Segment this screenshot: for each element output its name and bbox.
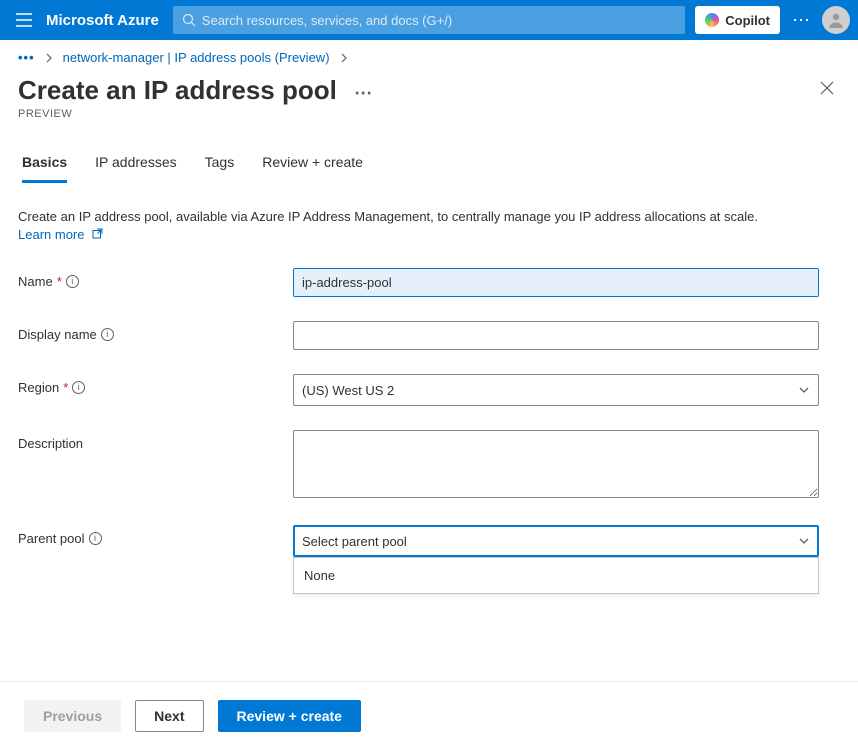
global-search[interactable]: Search resources, services, and docs (G+…	[173, 6, 685, 34]
breadcrumb-overflow[interactable]: •••	[18, 50, 35, 65]
tab-review-create[interactable]: Review + create	[262, 154, 363, 183]
external-link-icon	[92, 227, 103, 242]
row-display-name: Display name i	[18, 321, 840, 350]
row-name: Name * i	[18, 268, 840, 297]
top-header: Microsoft Azure Search resources, servic…	[0, 0, 858, 40]
copilot-icon	[705, 13, 719, 27]
page-subtitle: PREVIEW	[18, 108, 372, 120]
brand-label[interactable]: Microsoft Azure	[40, 12, 173, 29]
page-title: Create an IP address pool ⋯	[18, 75, 372, 106]
label-region: Region * i	[18, 374, 293, 395]
form-body: Create an IP address pool, available via…	[0, 184, 858, 681]
chevron-right-icon	[340, 53, 348, 63]
name-input[interactable]	[293, 268, 819, 297]
description-input[interactable]	[293, 430, 819, 498]
row-parent-pool: Parent pool i Select parent pool None	[18, 525, 840, 594]
row-region: Region * i (US) West US 2	[18, 374, 840, 406]
copilot-button[interactable]: Copilot	[695, 6, 780, 34]
chevron-down-icon	[798, 535, 810, 547]
tab-bar: Basics IP addresses Tags Review + create	[0, 124, 858, 184]
title-more-menu[interactable]: ⋯	[354, 83, 372, 103]
required-marker: *	[63, 380, 68, 395]
hamburger-menu[interactable]	[8, 13, 40, 27]
close-button[interactable]	[814, 75, 840, 101]
breadcrumb: ••• network-manager | IP address pools (…	[0, 40, 858, 75]
search-icon	[182, 13, 196, 27]
hamburger-icon	[16, 13, 32, 27]
header-more-menu[interactable]: ⋯	[780, 10, 822, 31]
region-select[interactable]: (US) West US 2	[293, 374, 819, 406]
info-icon[interactable]: i	[89, 532, 102, 545]
user-avatar[interactable]	[822, 6, 850, 34]
wizard-footer: Previous Next Review + create	[0, 681, 858, 750]
parent-pool-option-none[interactable]: None	[294, 558, 818, 593]
person-icon	[827, 11, 845, 29]
info-icon[interactable]: i	[66, 275, 79, 288]
info-icon[interactable]: i	[101, 328, 114, 341]
row-description: Description	[18, 430, 840, 501]
tab-ip-addresses[interactable]: IP addresses	[95, 154, 176, 183]
parent-pool-select[interactable]: Select parent pool	[293, 525, 819, 557]
label-description: Description	[18, 430, 293, 451]
info-icon[interactable]: i	[72, 381, 85, 394]
label-name: Name * i	[18, 268, 293, 289]
label-display-name: Display name i	[18, 321, 293, 342]
intro-text: Create an IP address pool, available via…	[18, 208, 840, 244]
previous-button: Previous	[24, 700, 121, 732]
copilot-label: Copilot	[725, 13, 770, 28]
label-parent-pool: Parent pool i	[18, 525, 293, 546]
region-value: (US) West US 2	[302, 383, 394, 398]
tab-basics[interactable]: Basics	[22, 154, 67, 183]
tab-tags[interactable]: Tags	[205, 154, 235, 183]
parent-pool-placeholder: Select parent pool	[302, 534, 407, 549]
next-button[interactable]: Next	[135, 700, 203, 732]
required-marker: *	[57, 274, 62, 289]
learn-more-link[interactable]: Learn more	[18, 227, 103, 242]
chevron-down-icon	[798, 384, 810, 396]
page-title-row: Create an IP address pool ⋯ PREVIEW	[0, 75, 858, 124]
breadcrumb-link[interactable]: network-manager | IP address pools (Prev…	[63, 50, 330, 65]
display-name-input[interactable]	[293, 321, 819, 350]
close-icon	[820, 81, 834, 95]
chevron-right-icon	[45, 53, 53, 63]
review-create-button[interactable]: Review + create	[218, 700, 361, 732]
parent-pool-dropdown: None	[293, 557, 819, 594]
search-placeholder: Search resources, services, and docs (G+…	[202, 13, 452, 28]
